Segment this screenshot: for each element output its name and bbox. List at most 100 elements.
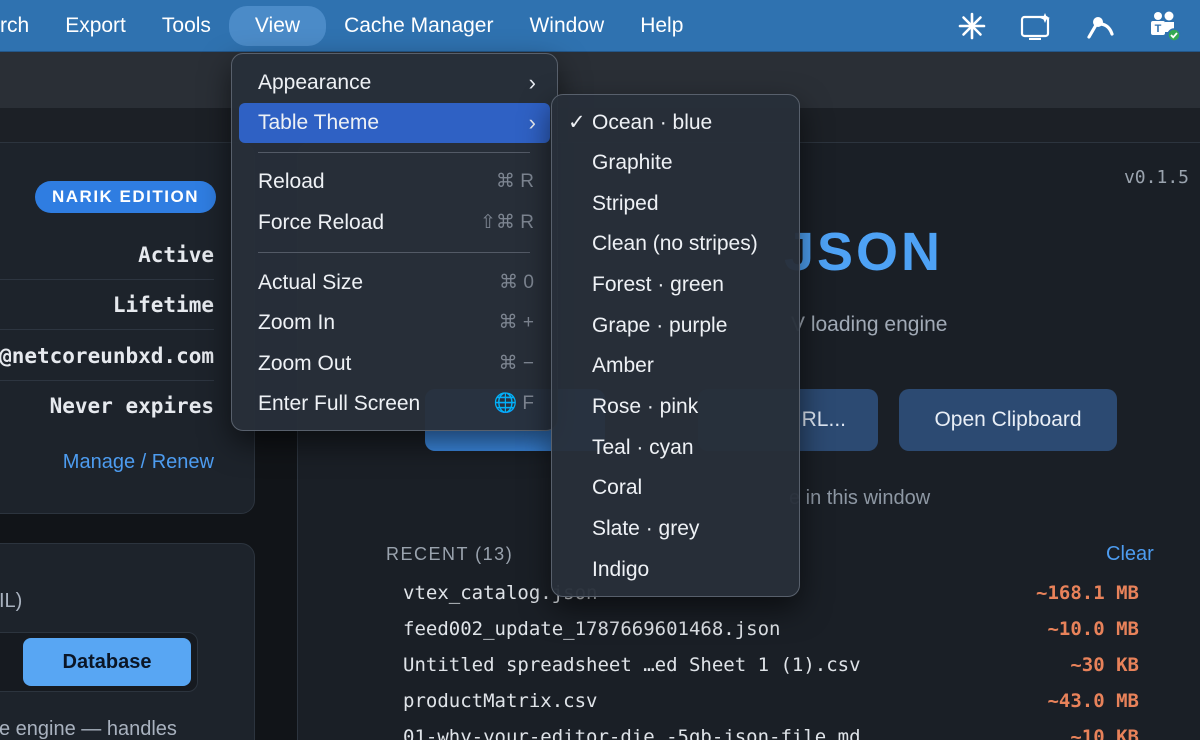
hero-subtitle: V loading engine xyxy=(791,313,948,336)
theme-option-grape[interactable]: Grape · purple xyxy=(552,306,801,346)
engine-hint: e engine — handles xyxy=(0,718,177,740)
svg-text:T: T xyxy=(1155,23,1162,35)
source-segmented-control: Database xyxy=(0,632,198,692)
menu-item-zoom-in[interactable]: Zoom In ⌘ + xyxy=(239,303,550,343)
recent-item-size: ~10.0 MB xyxy=(1047,618,1139,640)
menu-search[interactable]: rch xyxy=(0,6,47,46)
database-segment-button[interactable]: Database xyxy=(23,638,191,686)
source-hint: IL) xyxy=(0,590,23,612)
table-theme-submenu: ✓ Ocean · blue Graphite Striped Clean (n… xyxy=(551,94,800,597)
theme-option-label: Indigo xyxy=(592,558,650,581)
theme-option-indigo[interactable]: Indigo xyxy=(552,550,801,590)
shortcut-label: ⌘ 0 xyxy=(499,272,534,293)
recent-item-name: 01-why-your-editor-die…-5gb-json-file.md xyxy=(403,726,861,740)
menu-separator xyxy=(258,252,530,253)
edition-badge: NARIK EDITION xyxy=(35,181,216,213)
license-card: NARIK EDITION Active Lifetime @netcoreun… xyxy=(0,142,255,514)
recent-header: RECENT (13) xyxy=(386,544,514,564)
shortcut-label: 🌐 F xyxy=(493,393,534,414)
menu-item-table-theme[interactable]: Table Theme › xyxy=(239,103,550,143)
theme-option-coral[interactable]: Coral xyxy=(552,468,801,508)
hero-title: JSON xyxy=(784,222,944,282)
recent-item[interactable]: Untitled spreadsheet …ed Sheet 1 (1).csv… xyxy=(403,647,1139,683)
menu-item-label: Appearance xyxy=(258,71,372,94)
menu-bar: rch Export Tools View Cache Manager Wind… xyxy=(0,0,1200,52)
chevron-right-icon: › xyxy=(528,70,536,95)
theme-option-label: Rose · pink xyxy=(592,395,699,418)
checkmark-icon: ✓ xyxy=(568,111,586,134)
manage-renew-link[interactable]: Manage / Renew xyxy=(63,451,214,474)
shortcut-label: ⌘ R xyxy=(496,171,534,192)
version-label: v0.1.5 xyxy=(1123,167,1189,188)
recent-item-name: Untitled spreadsheet …ed Sheet 1 (1).csv xyxy=(403,654,861,676)
chevron-right-icon: › xyxy=(528,110,536,135)
menu-item-label: Zoom Out xyxy=(258,352,352,375)
menu-item-enter-full-screen[interactable]: Enter Full Screen 🌐 F xyxy=(239,384,550,424)
screen-sparkle-icon[interactable] xyxy=(1016,6,1056,46)
recent-item[interactable]: feed002_update_1787669601468.json ~10.0 M… xyxy=(403,611,1139,647)
recent-item-size: ~10 KB xyxy=(1070,726,1139,740)
menu-item-reload[interactable]: Reload ⌘ R xyxy=(239,162,550,202)
menu-item-label: Zoom In xyxy=(258,311,336,334)
sparkle-icon[interactable] xyxy=(952,6,992,46)
theme-option-ocean[interactable]: ✓ Ocean · blue xyxy=(552,103,801,143)
status-tray: T xyxy=(952,0,1200,52)
menu-cache-manager[interactable]: Cache Manager xyxy=(326,6,511,46)
recent-item-name: productMatrix.csv xyxy=(403,690,598,712)
theme-option-label: Coral xyxy=(592,476,643,499)
recent-item-size: ~43.0 MB xyxy=(1047,690,1139,712)
menu-window[interactable]: Window xyxy=(511,6,622,46)
menu-view[interactable]: View xyxy=(228,5,327,46)
teams-icon[interactable]: T xyxy=(1144,6,1184,46)
theme-option-label: Clean (no stripes) xyxy=(592,232,758,255)
theme-option-label: Forest · green xyxy=(592,273,724,296)
shortcut-label: ⌘ − xyxy=(498,353,534,374)
menu-item-zoom-out[interactable]: Zoom Out ⌘ − xyxy=(239,344,550,384)
theme-option-graphite[interactable]: Graphite xyxy=(552,143,801,183)
menu-item-label: Reload xyxy=(258,170,325,193)
drop-hint: e in this window xyxy=(789,487,931,509)
menu-tools[interactable]: Tools xyxy=(144,6,229,46)
theme-option-striped[interactable]: Striped xyxy=(552,184,801,224)
view-menu-dropdown: Appearance › Table Theme › Reload ⌘ R Fo… xyxy=(231,53,558,431)
menu-item-label: Enter Full Screen xyxy=(258,392,421,415)
clear-recent-button[interactable]: Clear xyxy=(1106,543,1154,566)
shortcut-label: ⌘ + xyxy=(498,312,534,333)
recent-item[interactable]: 01-why-your-editor-die…-5gb-json-file.md… xyxy=(403,719,1139,740)
menu-separator xyxy=(258,152,530,153)
theme-option-label: Graphite xyxy=(592,151,673,174)
source-panel: IL) Database e engine — handles xyxy=(0,543,255,740)
theme-option-amber[interactable]: Amber xyxy=(552,346,801,386)
license-status: Active xyxy=(0,230,214,280)
tool-icon[interactable] xyxy=(1080,6,1120,46)
shortcut-label: ⇧⌘ R xyxy=(480,212,534,233)
recent-item-size: ~168.1 MB xyxy=(1036,582,1139,604)
menu-export[interactable]: Export xyxy=(47,6,144,46)
theme-option-slate[interactable]: Slate · grey xyxy=(552,509,801,549)
theme-option-clean[interactable]: Clean (no stripes) xyxy=(552,224,801,264)
recent-item-name: feed002_update_1787669601468.json xyxy=(403,618,781,640)
menu-item-label: Force Reload xyxy=(258,211,385,234)
menu-item-label: Table Theme xyxy=(258,111,380,134)
menu-item-actual-size[interactable]: Actual Size ⌘ 0 xyxy=(239,263,550,303)
theme-option-label: Slate · grey xyxy=(592,517,700,540)
theme-option-forest[interactable]: Forest · green xyxy=(552,265,801,305)
theme-option-rose[interactable]: Rose · pink xyxy=(552,387,801,427)
theme-option-label: Amber xyxy=(592,354,654,377)
menu-item-appearance[interactable]: Appearance › xyxy=(239,63,550,103)
theme-option-label: Grape · purple xyxy=(592,314,728,337)
menu-item-label: Actual Size xyxy=(258,271,364,294)
recent-item-size: ~30 KB xyxy=(1070,654,1139,676)
license-type: Lifetime xyxy=(0,280,214,330)
recent-list: vtex_catalog.json ~168.1 MB feed002_updat… xyxy=(403,575,1139,740)
theme-option-label: Striped xyxy=(592,192,659,215)
menu-help[interactable]: Help xyxy=(622,6,701,46)
license-email: @netcoreunbxd.com xyxy=(0,331,214,381)
menu-item-force-reload[interactable]: Force Reload ⇧⌘ R xyxy=(239,203,550,243)
theme-option-teal[interactable]: Teal · cyan xyxy=(552,428,801,468)
open-clipboard-button[interactable]: Open Clipboard xyxy=(899,389,1117,451)
license-expiry: Never expires xyxy=(49,394,214,418)
theme-option-label: Ocean · blue xyxy=(592,111,713,134)
recent-item[interactable]: productMatrix.csv ~43.0 MB xyxy=(403,683,1139,719)
theme-option-label: Teal · cyan xyxy=(592,436,694,459)
